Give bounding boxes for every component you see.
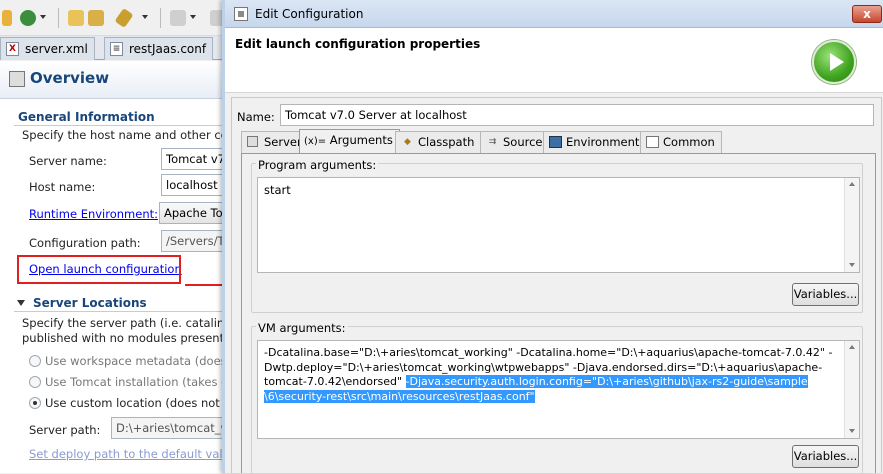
- scroll-up-icon[interactable]: [849, 345, 855, 349]
- general-description: Specify the host name and other comm: [22, 128, 230, 142]
- vm-arguments-line-3: tomcat-7.0.42\endorsed" -Djava.security.…: [264, 375, 853, 390]
- custom-location-radio[interactable]: [29, 397, 41, 409]
- program-variables-button[interactable]: Variables...: [792, 283, 859, 306]
- navigate-icon[interactable]: [170, 10, 186, 26]
- refresh-run-icon[interactable]: [20, 10, 36, 26]
- environment-icon: [549, 136, 562, 148]
- dialog-titlebar: Edit Configuration x: [225, 0, 883, 28]
- chevron-down-icon[interactable]: [190, 15, 196, 19]
- tab-source[interactable]: ⇉ Source: [480, 131, 550, 153]
- program-arguments-label: Program arguments:: [256, 158, 379, 172]
- tab-common[interactable]: Common: [640, 131, 722, 153]
- vm-arguments-scrollbar[interactable]: [844, 341, 859, 438]
- host-name-label: Host name:: [29, 180, 96, 194]
- server-icon: [247, 136, 258, 147]
- tab-label: Environment: [566, 135, 640, 149]
- tab-environment[interactable]: Environment: [543, 131, 647, 153]
- common-icon: [646, 136, 659, 148]
- configuration-path-label: Configuration path:: [29, 236, 141, 250]
- toolbar-separator: [58, 8, 59, 28]
- overview-header: Overview: [0, 61, 230, 99]
- name-label: Name:: [237, 110, 275, 124]
- highlight-box: [17, 255, 181, 284]
- source-icon: ⇉: [488, 137, 497, 147]
- custom-location-label: Use custom location (does not mo: [45, 396, 230, 410]
- tab-label: Source: [503, 135, 543, 149]
- runtime-environment-select[interactable]: Apache To: [159, 202, 230, 224]
- eclipse-workbench: X server.xml ≡ restJaas.conf Overview Ge…: [0, 0, 230, 473]
- configuration-tabs: Server (x)= Arguments ◆ Classpath ⇉ Sour…: [241, 129, 871, 153]
- editor-tab-bar: X server.xml ≡ restJaas.conf: [0, 36, 230, 60]
- main-toolbar: [0, 0, 230, 36]
- program-arguments-input[interactable]: start: [257, 177, 860, 273]
- text-file-icon: ≡: [110, 42, 123, 56]
- scroll-down-icon[interactable]: [849, 429, 855, 433]
- folder-icon[interactable]: [88, 10, 104, 26]
- dialog-header: Edit launch configuration properties: [225, 28, 883, 93]
- vm-variables-button[interactable]: Variables...: [792, 445, 859, 468]
- server-overview-icon: [9, 71, 25, 87]
- xml-file-icon: X: [6, 42, 19, 56]
- name-field[interactable]: Tomcat v7.0 Server at localhost: [280, 104, 874, 126]
- vm-arguments-selection-2: \6\security-rest\src\main\resources\rest…: [264, 389, 535, 403]
- tab-label: Common: [663, 135, 715, 149]
- tab-label: server.xml: [25, 42, 88, 56]
- configuration-path-field[interactable]: /Servers/T: [161, 230, 230, 252]
- vm-arguments-line-3-text: tomcat-7.0.42\endorsed": [264, 375, 406, 388]
- dialog-title: Edit Configuration: [255, 7, 364, 21]
- tab-label: restJaas.conf: [129, 42, 207, 56]
- tomcat-installation-radio[interactable]: [29, 376, 41, 388]
- vm-arguments-line-1: -Dcatalina.base="D:\+aries\tomcat_workin…: [264, 346, 833, 359]
- locations-description-line2: published with no modules present to: [22, 331, 230, 345]
- program-arguments-scrollbar[interactable]: [844, 178, 859, 272]
- program-arguments-value: start: [264, 183, 291, 197]
- vm-arguments-line-4: \6\security-rest\src\main\resources\rest…: [264, 389, 853, 405]
- chevron-down-icon[interactable]: [142, 15, 148, 19]
- divider: [14, 125, 230, 126]
- folder-open-icon[interactable]: [68, 10, 84, 26]
- server-name-label: Server name:: [29, 154, 107, 168]
- server-name-field[interactable]: Tomcat v7: [161, 148, 230, 170]
- runtime-environment-link[interactable]: Runtime Environment:: [29, 207, 158, 221]
- run-icon: [812, 40, 856, 84]
- classpath-icon: ◆: [404, 137, 411, 147]
- section-title-general: General Information: [18, 110, 155, 124]
- tab-arguments[interactable]: (x)= Arguments: [299, 129, 400, 153]
- locations-description-line1: Specify the server path (i.e. catalina.b…: [22, 316, 230, 330]
- scroll-down-icon[interactable]: [849, 263, 855, 267]
- workspace-metadata-radio[interactable]: [29, 355, 41, 367]
- tab-classpath[interactable]: ◆ Classpath: [395, 131, 482, 153]
- chevron-down-icon[interactable]: [40, 15, 46, 19]
- vm-arguments-line-2: Dwtp.deploy="D:\+aries\tomcat_working\wt…: [264, 360, 823, 374]
- tab-label: Classpath: [418, 135, 475, 149]
- divider: [14, 311, 230, 312]
- scroll-up-icon[interactable]: [849, 182, 855, 186]
- server-path-label: Server path:: [29, 423, 101, 437]
- tab-server-xml[interactable]: X server.xml: [0, 37, 95, 60]
- bug-icon[interactable]: [2, 10, 12, 26]
- server-path-field[interactable]: D:\+aries\tomcat_wor: [111, 417, 230, 439]
- arguments-tab-body: Program arguments: start Variables... VM…: [241, 153, 876, 474]
- dialog-heading: Edit launch configuration properties: [235, 37, 481, 51]
- tab-label: Server: [264, 135, 302, 149]
- close-button[interactable]: x: [852, 5, 882, 23]
- vm-arguments-input[interactable]: -Dcatalina.base="D:\+aries\tomcat_workin…: [257, 340, 860, 439]
- tomcat-installation-label: Use Tomcat installation (takes co: [45, 375, 230, 389]
- section-title-server-locations: Server Locations: [33, 296, 147, 310]
- edit-configuration-dialog: Edit Configuration x Edit launch configu…: [222, 0, 883, 474]
- set-deploy-path-link[interactable]: Set deploy path to the default value: [29, 447, 230, 461]
- host-name-field[interactable]: localhost: [161, 174, 230, 196]
- close-icon: x: [863, 7, 871, 21]
- chevron-down-icon[interactable]: [17, 300, 25, 306]
- tab-restjaas-conf[interactable]: ≡ restJaas.conf: [104, 37, 214, 60]
- page-title: Overview: [30, 69, 110, 87]
- workspace-metadata-label: Use workspace metadata (does no: [45, 354, 230, 368]
- vm-arguments-selection-1: -Djava.security.auth.login.config="D:\+a…: [405, 375, 808, 388]
- run-tool-icon[interactable]: [114, 8, 134, 28]
- window-icon: [234, 7, 248, 21]
- toolbar-separator: [160, 8, 161, 28]
- arguments-icon: (x)=: [304, 136, 327, 147]
- vm-arguments-label: VM arguments:: [256, 321, 348, 335]
- tab-label: Arguments: [329, 133, 393, 147]
